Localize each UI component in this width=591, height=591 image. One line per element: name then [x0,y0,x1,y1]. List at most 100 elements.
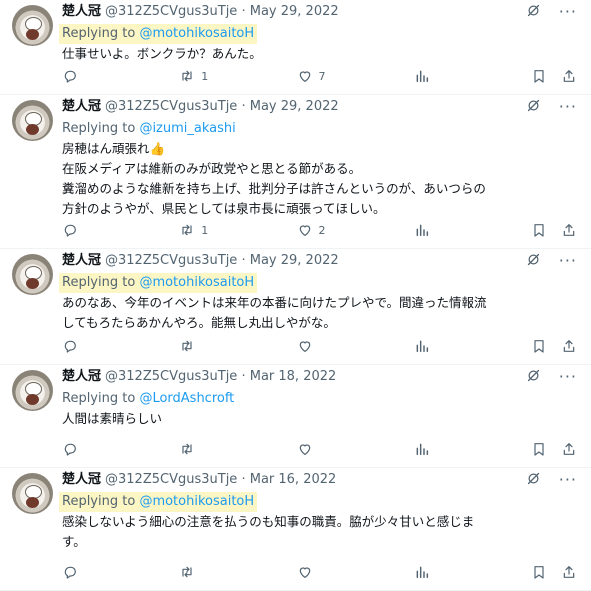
heart-icon [297,68,313,84]
retweet-button[interactable]: 1 [179,68,223,84]
views-button[interactable] [414,564,458,580]
heart-icon [297,564,313,580]
share-button[interactable] [561,222,577,238]
display-name[interactable]: 楚人冠 [62,369,101,384]
heart-icon [297,441,313,457]
tweet-text-line: す。 [62,534,86,549]
views-button[interactable] [414,441,458,457]
user-handle[interactable]: @312Z5CVgus3uTje [105,253,237,268]
avatar[interactable] [12,254,53,295]
reply-button[interactable] [62,68,106,84]
tweet-date[interactable]: May 29, 2022 [250,99,339,114]
analytics-icon [414,338,430,354]
reply-button[interactable] [62,222,106,238]
bookmark-button[interactable] [531,222,547,238]
like-count: 2 [318,223,326,237]
views-button[interactable] [414,338,458,354]
tweet-text: あのなあ、今年のイベントは来年の本番に向けたプレやで。間違った情報流 してもろたら… [62,293,577,333]
separator: · [241,4,246,19]
user-handle[interactable]: @312Z5CVgus3uTje [105,369,237,384]
replying-to-link[interactable]: @motohikosaitoH [139,275,254,290]
like-button[interactable] [297,564,341,580]
share-button[interactable] [561,564,577,580]
like-button[interactable] [297,338,341,354]
bookmark-button[interactable] [531,338,547,354]
tweet-header: 楚人冠 @312Z5CVgus3uTje · May 29, 2022 [62,2,577,22]
avatar[interactable] [12,370,53,411]
separator: · [241,99,246,114]
bookmark-button[interactable] [531,68,547,84]
user-handle[interactable]: @312Z5CVgus3uTje [105,99,237,114]
replying-to-link[interactable]: @izumi_akashi [139,121,235,136]
avatar[interactable] [12,100,53,141]
separator: · [241,369,246,384]
retweet-button[interactable] [179,338,223,354]
display-name[interactable]: 楚人冠 [62,253,101,268]
tweet[interactable]: ··· 楚人冠 @312Z5CVgus3uTje · May 29, 2022 Rep… [0,0,591,95]
user-handle[interactable]: @312Z5CVgus3uTje [105,4,237,19]
tweet-header: 楚人冠 @312Z5CVgus3uTje · Mar 18, 2022 [62,367,577,387]
tweet-text-line: あのなあ、今年のイベントは来年の本番に向けたプレやで。間違った情報流 [62,295,487,310]
tweet-text-line: してもろたらあかんやろ。能無し丸出しやがな。 [62,315,336,330]
like-button[interactable] [297,441,341,457]
analytics-icon [414,68,430,84]
share-button[interactable] [561,68,577,84]
display-name[interactable]: 楚人冠 [62,472,101,487]
analytics-icon [414,441,430,457]
tweet-text: 感染しないよう細心の注意を払うのも知事の職責。脇が少々甘いと感じま す。 [62,512,577,552]
like-button[interactable]: 2 [297,222,341,238]
avatar[interactable] [12,473,53,514]
reply-button[interactable] [62,564,106,580]
tweet-actions: 12 [62,221,577,239]
share-button[interactable] [561,441,577,457]
replying-to-label: Replying to [62,26,140,41]
retweet-count: 1 [201,223,209,237]
retweet-button[interactable] [179,564,223,580]
reply-icon [62,564,78,580]
heart-icon [297,338,313,354]
tweet[interactable]: ··· 楚人冠 @312Z5CVgus3uTje · Mar 18, 2022 Rep… [0,365,591,468]
tweet-text: 人間は素晴らしい [62,409,577,429]
tweet-date[interactable]: Mar 16, 2022 [250,472,337,487]
retweet-icon [179,222,195,238]
avatar[interactable] [12,5,53,46]
retweet-icon [179,338,195,354]
bookmark-button[interactable] [531,564,547,580]
tweet-text-line: 仕事せいよ。ボンクラか？あんた。 [62,46,262,61]
display-name[interactable]: 楚人冠 [62,4,101,19]
replying-to-label: Replying to [62,121,140,136]
tweet-date[interactable]: May 29, 2022 [250,253,339,268]
tweet[interactable]: ··· 楚人冠 @312Z5CVgus3uTje · May 29, 2022 Rep… [0,249,591,365]
replying-to-link[interactable]: @motohikosaitoH [139,494,254,509]
tweet-text-line: 房穂はん頑張れ👍 [62,141,166,156]
share-button[interactable] [561,338,577,354]
views-button[interactable] [414,222,458,238]
retweet-button[interactable] [179,441,223,457]
tweet-actions [62,337,577,355]
tweet-date[interactable]: Mar 18, 2022 [250,369,337,384]
replying-to-link[interactable]: @motohikosaitoH [139,26,254,41]
user-handle[interactable]: @312Z5CVgus3uTje [105,472,237,487]
reply-icon [62,338,78,354]
like-button[interactable]: 7 [297,68,341,84]
retweet-icon [179,564,195,580]
like-count: 7 [318,69,326,83]
bookmark-button[interactable] [531,441,547,457]
reply-button[interactable] [62,338,106,354]
replying-to-link[interactable]: @LordAshcroft [139,391,234,406]
views-button[interactable] [414,68,458,84]
replying-to-label: Replying to [62,275,140,290]
tweet-text: 房穂はん頑張れ👍 在阪メディアは維新のみが政党やと思とる節がある。 糞溜めのような維… [62,139,577,219]
display-name[interactable]: 楚人冠 [62,99,101,114]
tweet[interactable]: ··· 楚人冠 @312Z5CVgus3uTje · Mar 16, 2022 Rep… [0,468,591,591]
heart-icon [297,222,313,238]
replying-to: Replying to @izumi_akashi [62,121,236,136]
tweet-date[interactable]: May 29, 2022 [250,4,339,19]
separator: · [241,472,246,487]
retweet-button[interactable]: 1 [179,222,223,238]
tweet-actions [62,440,577,458]
tweet-text-line: 方針のようやが、県民としては泉市長に頑張ってほしい。 [62,201,386,216]
reply-button[interactable] [62,441,106,457]
replying-to-label: Replying to [62,391,140,406]
tweet[interactable]: ··· 楚人冠 @312Z5CVgus3uTje · May 29, 2022 Rep… [0,95,591,249]
